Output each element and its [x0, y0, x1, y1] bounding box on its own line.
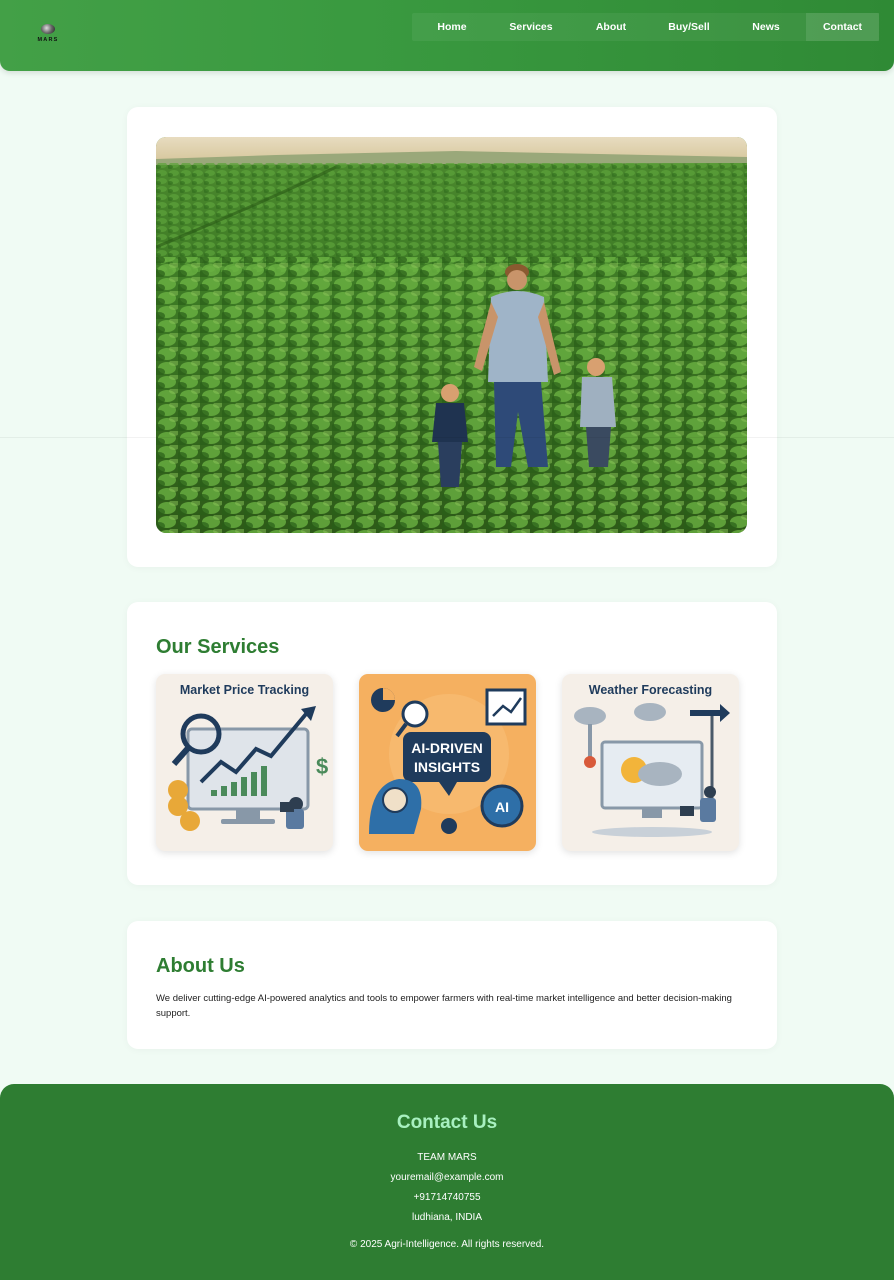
- services-card: Our Services Market Price Tracking $ AI-…: [127, 602, 777, 885]
- mars-logo[interactable]: MARS: [33, 22, 63, 46]
- about-card: About Us We deliver cutting-edge AI-powe…: [127, 921, 777, 1049]
- farm-field-illustration: [156, 137, 747, 533]
- services-title: Our Services: [156, 636, 280, 658]
- nav-about[interactable]: About: [570, 21, 652, 33]
- contact-team: TEAM MARS: [417, 1152, 477, 1163]
- service-ai-insights[interactable]: AI-DRIVEN INSIGHTS AI: [359, 674, 536, 851]
- nav-services[interactable]: Services: [492, 21, 570, 33]
- contact-footer: Contact Us TEAM MARS youremail@example.c…: [0, 1084, 894, 1280]
- site-header: MARS Home Services About Buy/Sell News C…: [0, 0, 894, 71]
- planet-icon: [41, 24, 55, 34]
- logo-text: MARS: [37, 37, 59, 43]
- svg-text:$: $: [316, 754, 328, 779]
- service-weather-forecasting[interactable]: Weather Forecasting: [562, 674, 739, 851]
- hero-card: [127, 107, 777, 567]
- contact-title: Contact Us: [396, 1112, 498, 1133]
- market-chart-illustration: $: [168, 706, 328, 831]
- contact-location: ludhiana, INDIA: [411, 1212, 483, 1223]
- about-title: About Us: [156, 955, 245, 977]
- service-market-price-tracking[interactable]: Market Price Tracking $: [156, 674, 333, 851]
- nav-home[interactable]: Home: [412, 21, 492, 33]
- ai-title-line1: AI-DRIVEN: [411, 740, 483, 756]
- ai-title-line2: INSIGHTS: [414, 759, 480, 775]
- faint-divider: [0, 437, 894, 438]
- about-text: We deliver cutting-edge AI-powered analy…: [156, 993, 732, 1019]
- copyright: © 2025 Agri-Intelligence. All rights res…: [349, 1239, 545, 1250]
- ai-insights-illustration: AI-DRIVEN INSIGHTS AI: [369, 688, 527, 834]
- contact-email[interactable]: youremail@example.com: [0, 1172, 894, 1183]
- nav-buy-sell[interactable]: Buy/Sell: [652, 21, 726, 33]
- ai-badge: AI: [495, 799, 509, 815]
- nav-news[interactable]: News: [726, 21, 806, 33]
- contact-phone[interactable]: +91714740755: [0, 1192, 894, 1203]
- weather-illustration: [574, 703, 730, 837]
- main-nav: Home Services About Buy/Sell News Contac…: [412, 13, 879, 41]
- nav-contact[interactable]: Contact: [806, 13, 879, 41]
- hero-farm-image: [156, 137, 747, 533]
